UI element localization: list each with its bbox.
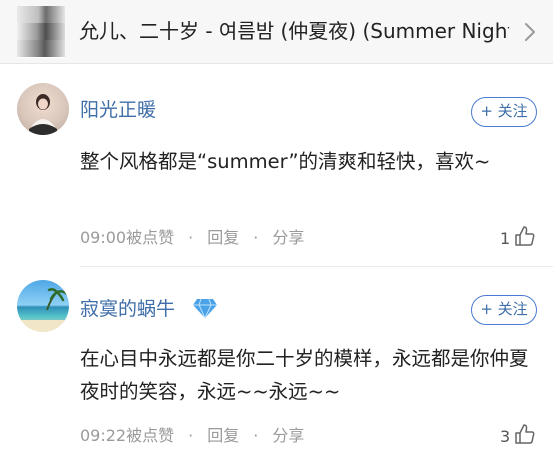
username[interactable]: 寂寞的蜗牛 [80, 297, 175, 321]
song-title: 允儿、二十岁 - 여름밤 (仲夏夜) (Summer Night) [79, 19, 509, 43]
reply-link[interactable]: 回复 [207, 227, 239, 249]
album-cover [17, 6, 65, 58]
thumbs-up-icon[interactable] [514, 423, 536, 445]
like-count: 1 [500, 229, 511, 248]
separator-dot: · [188, 228, 194, 247]
avatar[interactable] [17, 83, 69, 135]
reply-link[interactable]: 回复 [207, 425, 239, 447]
avatar-beach [17, 288, 69, 332]
comment-meta: 09:22被点赞 · 回复 · 分享 [80, 425, 304, 447]
comment-text: 整个风格都是“summer”的清爽和轻快，喜欢~ [80, 150, 491, 173]
like-count: 3 [500, 427, 511, 446]
separator-dot: · [188, 426, 194, 445]
comment-meta: 09:00被点赞 · 回复 · 分享 [80, 227, 304, 249]
thumbs-up-icon[interactable] [514, 225, 536, 247]
separator-dot: · [253, 426, 259, 445]
diamond-badge-icon [193, 298, 217, 319]
follow-button[interactable]: + 关注 [471, 295, 537, 325]
chevron-right-icon[interactable] [521, 21, 539, 43]
comment-text: 在心目中永远都是你二十岁的模样，永远都是你仲夏夜时的笑容，永远~~永远~~ [80, 347, 529, 403]
follow-button[interactable]: + 关注 [471, 97, 537, 127]
avatar-figure [29, 94, 57, 135]
avatar[interactable] [17, 280, 69, 332]
song-header[interactable]: 允儿、二十岁 - 여름밤 (仲夏夜) (Summer Night) [0, 0, 553, 64]
share-link[interactable]: 分享 [272, 425, 304, 447]
separator-dot: · [253, 228, 259, 247]
comment-time: 09:22被点赞 [80, 426, 175, 445]
share-link[interactable]: 分享 [272, 227, 304, 249]
comment-time: 09:00被点赞 [80, 228, 175, 247]
username[interactable]: 阳光正暖 [80, 98, 156, 122]
comment-divider [80, 266, 553, 267]
